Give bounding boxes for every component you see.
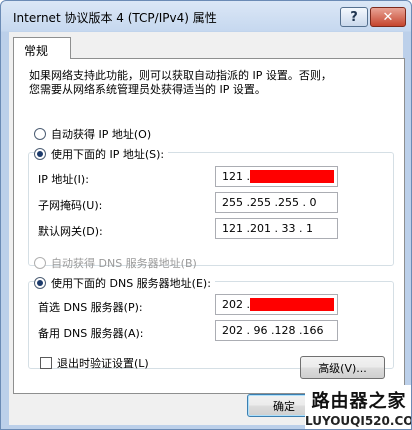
title-bar[interactable]: Internet 协议版本 4 (TCP/IPv4) 属性 ? ✕ [1, 1, 411, 31]
redaction-mark [250, 170, 334, 183]
description-text: 如果网络支持此功能，则可以获取自动指派的 IP 设置。否则， 您需要从网络系统管… [29, 69, 332, 96]
gateway-input[interactable]: 121 .201 . 33 . 1 [215, 218, 338, 239]
ip-address-input[interactable]: 121 . [215, 166, 338, 187]
manual-dns-radio[interactable] [34, 277, 46, 289]
close-icon: ✕ [382, 9, 394, 25]
auto-dns-label: 自动获得 DNS 服务器地址(B) [51, 257, 197, 270]
auto-ip-radio[interactable] [34, 128, 46, 140]
subnet-mask-value: 255 .255 .255 . 0 [222, 196, 317, 209]
help-button[interactable]: ? [340, 7, 368, 27]
dialog-window: Internet 协议版本 4 (TCP/IPv4) 属性 ? ✕ 常规 如果网… [0, 0, 412, 430]
auto-dns-radio [34, 257, 46, 269]
validate-on-exit-row[interactable]: 退出时验证设置(L) [40, 355, 149, 371]
manual-ip-radio[interactable] [34, 148, 46, 160]
ip-address-value: 121 . [222, 170, 250, 183]
gateway-label: 默认网关(D): [38, 225, 103, 238]
advanced-button[interactable]: 高级(V)... [300, 356, 385, 379]
manual-ip-radio-row[interactable]: 使用下面的 IP 地址(S): [34, 146, 169, 162]
tab-general[interactable]: 常规 [13, 37, 71, 59]
validate-on-exit-checkbox[interactable] [40, 357, 52, 369]
auto-ip-label: 自动获得 IP 地址(O) [51, 128, 152, 141]
redaction-mark [250, 298, 334, 311]
gateway-value: 121 .201 . 33 . 1 [222, 222, 313, 235]
close-button[interactable]: ✕ [370, 7, 406, 27]
auto-dns-radio-row: 自动获得 DNS 服务器地址(B) [34, 255, 197, 271]
alternate-dns-label: 备用 DNS 服务器(A): [38, 327, 144, 340]
dialog-client: 常规 如果网络支持此功能，则可以获取自动指派的 IP 设置。否则， 您需要从网络… [9, 32, 405, 425]
watermark-line1: 路由器之家 [311, 391, 407, 412]
validate-on-exit-label: 退出时验证设置(L) [57, 357, 149, 370]
general-panel: 如果网络支持此功能，则可以获取自动指派的 IP 设置。否则， 您需要从网络系统管… [13, 58, 405, 394]
auto-ip-radio-row[interactable]: 自动获得 IP 地址(O) [34, 126, 151, 142]
alternate-dns-input[interactable]: 202 . 96 .128 .166 [215, 320, 338, 341]
preferred-dns-input[interactable]: 202 . [215, 294, 338, 315]
ip-address-label: IP 地址(I): [38, 173, 89, 186]
manual-ip-label: 使用下面的 IP 地址(S): [51, 148, 165, 161]
alternate-dns-value: 202 . 96 .128 .166 [222, 324, 324, 337]
window-title: Internet 协议版本 4 (TCP/IPv4) 属性 [13, 11, 217, 25]
manual-dns-radio-row[interactable]: 使用下面的 DNS 服务器地址(E): [34, 275, 215, 291]
watermark-logo: 路由器之家 LUYOUQI520.COM [305, 385, 411, 429]
watermark-line2: LUYOUQI520.COM [305, 414, 411, 428]
preferred-dns-value: 202 . [222, 298, 250, 311]
subnet-mask-label: 子网掩码(U): [38, 199, 103, 212]
manual-dns-label: 使用下面的 DNS 服务器地址(E): [51, 277, 211, 290]
subnet-mask-input[interactable]: 255 .255 .255 . 0 [215, 192, 338, 213]
preferred-dns-label: 首选 DNS 服务器(P): [38, 301, 143, 314]
help-icon: ? [350, 9, 358, 25]
